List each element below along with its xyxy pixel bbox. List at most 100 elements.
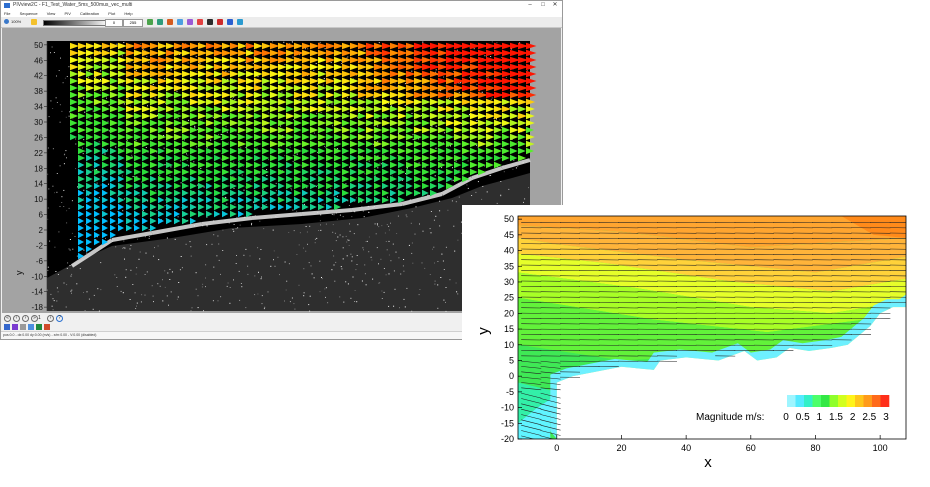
export-icon[interactable] xyxy=(217,19,223,25)
menu-view[interactable]: View xyxy=(47,11,56,16)
particle xyxy=(439,225,440,226)
particle xyxy=(225,71,226,72)
particle xyxy=(289,263,290,264)
settings-icon[interactable] xyxy=(227,19,233,25)
grid-tool-icon[interactable] xyxy=(4,324,10,330)
profile-icon[interactable] xyxy=(177,19,183,25)
menu-sequence[interactable]: Sequence xyxy=(20,11,38,16)
particle xyxy=(105,154,106,155)
high-value-field[interactable]: 255 xyxy=(123,19,143,27)
particle xyxy=(347,56,348,57)
low-value-field[interactable]: 0 xyxy=(105,19,123,27)
next-frame-icon[interactable]: › xyxy=(22,315,29,322)
particle xyxy=(320,230,321,231)
particle xyxy=(309,311,310,312)
record-icon[interactable] xyxy=(197,19,203,25)
particle xyxy=(58,274,59,275)
particle xyxy=(70,265,71,266)
menu-file[interactable]: File xyxy=(4,11,10,16)
zoom-level[interactable]: 100% xyxy=(11,18,21,26)
particle xyxy=(66,307,67,308)
particle xyxy=(117,286,118,287)
step-icon[interactable]: › xyxy=(47,315,54,322)
first-frame-icon[interactable]: « xyxy=(4,315,11,322)
particle xyxy=(349,223,350,224)
particle xyxy=(446,247,447,248)
point-tool-icon[interactable] xyxy=(44,324,50,330)
particle xyxy=(200,168,201,169)
info-icon[interactable] xyxy=(237,19,243,25)
particle xyxy=(286,281,287,282)
particle xyxy=(411,253,412,254)
particle xyxy=(182,267,183,268)
particle xyxy=(88,77,89,78)
zoom-tool-icon[interactable] xyxy=(28,324,34,330)
y-tick-label: 26 xyxy=(34,133,43,142)
maximize-button[interactable]: □ xyxy=(537,1,549,10)
particle xyxy=(443,77,444,78)
lightbulb-icon[interactable] xyxy=(31,19,37,25)
stats-icon[interactable] xyxy=(187,19,193,25)
y-tick-label: -6 xyxy=(36,257,44,266)
particle xyxy=(481,104,482,105)
particle xyxy=(253,202,254,203)
select-tool-icon[interactable] xyxy=(20,324,26,330)
particle xyxy=(196,146,197,147)
menu-piv[interactable]: PIV xyxy=(64,11,70,16)
particle xyxy=(412,243,413,244)
menu-plot[interactable]: Plot xyxy=(108,11,115,16)
particle xyxy=(117,196,118,197)
help-icon[interactable]: ? xyxy=(56,315,63,322)
particle xyxy=(70,250,71,251)
particle xyxy=(196,289,197,290)
menu-calibration[interactable]: Calibration xyxy=(80,11,99,16)
colorbar-swatch xyxy=(872,395,881,407)
particle xyxy=(449,279,450,280)
particle xyxy=(126,269,127,270)
particle xyxy=(366,241,367,242)
particle xyxy=(482,92,483,93)
particle xyxy=(320,291,321,292)
menu-help[interactable]: Help xyxy=(124,11,132,16)
zoom-icon[interactable] xyxy=(4,19,9,24)
close-button[interactable]: ✕ xyxy=(549,1,561,10)
particle xyxy=(475,192,476,193)
particle xyxy=(299,99,300,100)
particle xyxy=(393,244,394,245)
process-icon[interactable] xyxy=(147,19,153,25)
y-tick-label: 34 xyxy=(34,103,43,112)
particle xyxy=(83,139,84,140)
intensity-gradient-slider[interactable] xyxy=(43,20,109,26)
particle xyxy=(143,49,144,50)
particle xyxy=(305,251,306,252)
vector-icon[interactable] xyxy=(157,19,163,25)
colorbar-tick-label: 2.5 xyxy=(862,412,876,423)
particle xyxy=(83,250,84,251)
particle xyxy=(218,244,219,245)
title-bar[interactable]: PIVview2C - F1_Test_Water_5ms_500mus_vec… xyxy=(1,1,562,10)
last-frame-icon[interactable]: » xyxy=(31,315,38,322)
particle xyxy=(325,297,326,298)
particle xyxy=(193,161,194,162)
particle xyxy=(375,223,376,224)
colorbar-tick-label: 1 xyxy=(817,412,823,423)
particle xyxy=(50,100,51,101)
particle xyxy=(492,97,493,98)
mask-tool-icon[interactable] xyxy=(12,324,18,330)
pan-tool-icon[interactable] xyxy=(36,324,42,330)
particle xyxy=(266,169,267,170)
particle xyxy=(225,197,226,198)
particle xyxy=(261,277,262,278)
image-icon[interactable] xyxy=(167,19,173,25)
y-tick-label: 6 xyxy=(39,211,44,220)
particle xyxy=(222,250,223,251)
particle xyxy=(136,274,137,275)
particle xyxy=(276,183,277,184)
prev-frame-icon[interactable]: ‹ xyxy=(13,315,20,322)
particle xyxy=(213,234,214,235)
camera-icon[interactable] xyxy=(207,19,213,25)
minimize-button[interactable]: – xyxy=(524,1,536,10)
particle xyxy=(341,266,342,267)
y-tick-label: 38 xyxy=(34,87,43,96)
particle xyxy=(259,258,260,259)
